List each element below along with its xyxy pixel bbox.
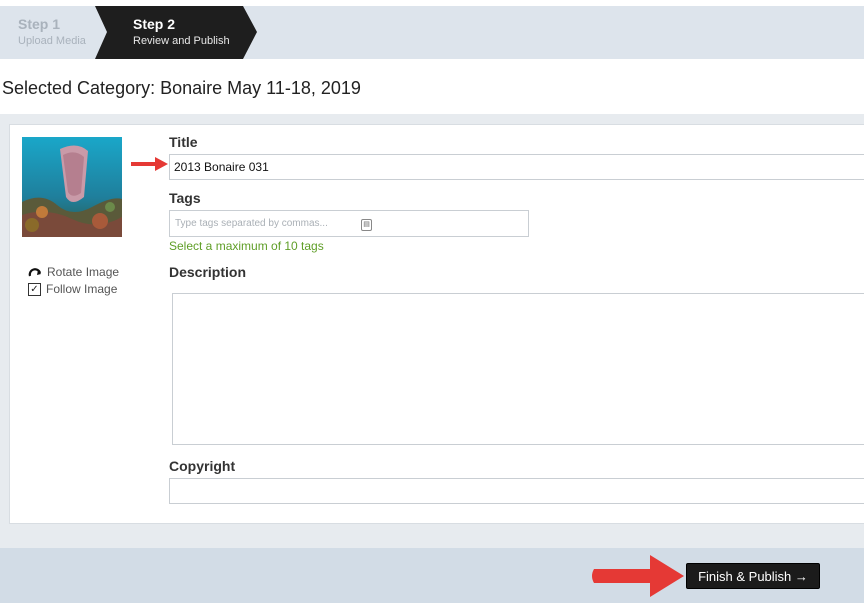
title-input[interactable]: 2013 Bonaire 031 [169,154,864,180]
title-label: Title [169,134,198,150]
red-arrow-icon [131,157,168,171]
rotate-icon [28,268,42,277]
tag-list-icon[interactable]: ▤ [361,219,372,231]
rotate-image-action[interactable]: Rotate Image [28,265,119,279]
red-arrow-icon [592,555,684,597]
tags-label: Tags [169,190,201,206]
follow-image-checkbox[interactable]: ✓ [28,282,41,296]
step-2-active: Step 2 Review and Publish [95,6,257,59]
step-2-subtitle: Review and Publish [133,35,230,47]
copyright-input[interactable] [169,478,864,504]
rotate-image-label: Rotate Image [47,265,120,279]
description-label: Description [169,264,247,280]
follow-image-label: Follow Image [46,282,118,296]
step-1[interactable]: Step 1 Upload Media [18,16,86,47]
step-2-title: Step 2 [133,16,176,32]
coral-photo-icon [22,137,122,237]
finish-publish-button[interactable]: Finish & Publish → [686,563,820,589]
step-1-title: Step 1 [18,16,61,32]
selected-category-heading: Selected Category: Bonaire May 11-18, 20… [2,78,361,98]
copyright-label: Copyright [169,458,236,474]
follow-image-action[interactable]: ✓ Follow Image [28,282,117,296]
media-thumbnail[interactable] [22,137,122,237]
description-textarea[interactable] [172,293,864,445]
tags-input[interactable]: Type tags separated by commas... ▤ [169,210,529,237]
step-progress-bar: Step 1 Upload Media Step 2 Review and Pu… [0,6,864,59]
tags-placeholder: Type tags separated by commas... [175,218,328,229]
tags-limit-hint: Select a maximum of 10 tags [169,239,324,253]
step-1-subtitle: Upload Media [18,35,86,47]
